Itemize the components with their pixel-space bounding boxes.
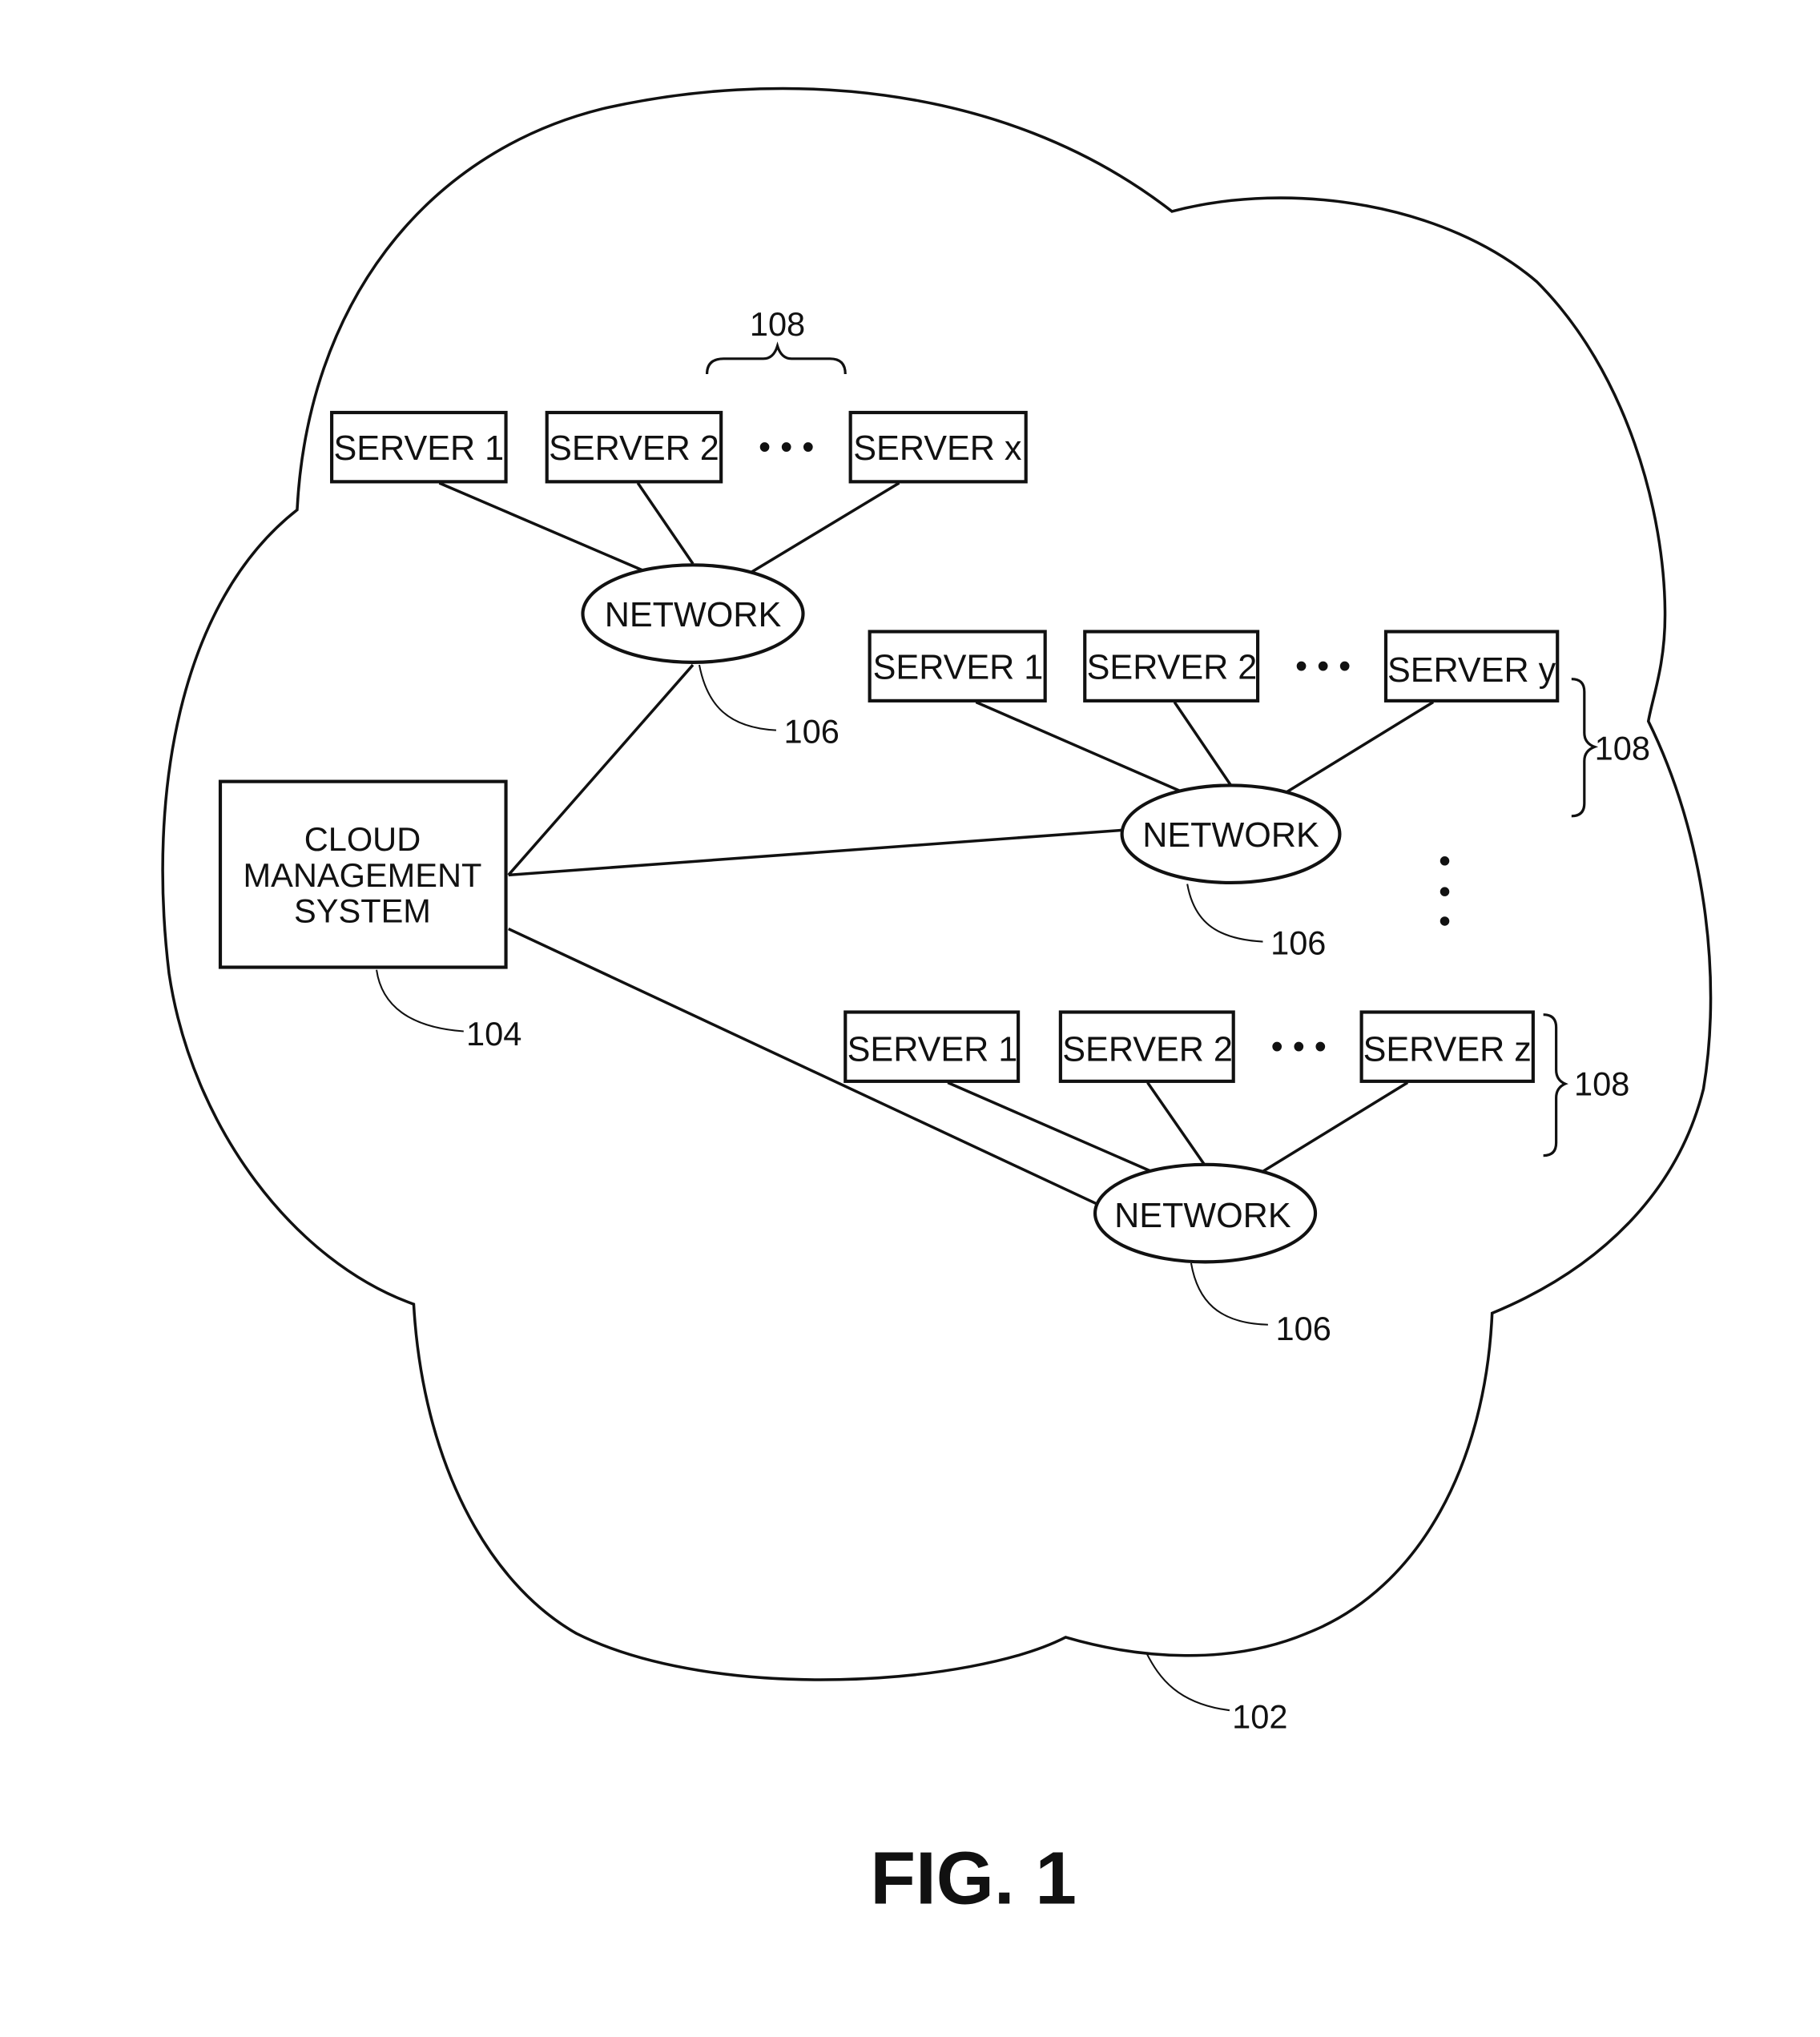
- link-server-network: [438, 481, 649, 574]
- group-brace: [1543, 1013, 1568, 1157]
- ref-106-leader: [1190, 1262, 1268, 1326]
- link-server-network: [750, 481, 900, 574]
- server-label: SERVER 1: [334, 429, 505, 468]
- server-label: SERVER 2: [549, 429, 719, 468]
- ref-104-leader: [376, 969, 464, 1033]
- network-label: NETWORK: [605, 596, 782, 634]
- link-cms-network-1: [507, 663, 695, 876]
- link-cms-network-2: [508, 828, 1122, 877]
- vertical-ellipsis-dot: [1439, 887, 1450, 896]
- group-brace: [1571, 678, 1599, 818]
- cms-label-line-3: SYSTEM: [294, 892, 431, 930]
- ref-102-label: 102: [1232, 1698, 1287, 1736]
- ref-106-leader: [698, 664, 776, 731]
- patent-figure: 102 CLOUD MANAGEMENT SYSTEM 104 SERVER 1…: [161, 87, 1713, 1920]
- cms-label-line-2: MANAGEMENT: [244, 856, 482, 894]
- ellipsis: • • •: [1271, 1028, 1327, 1066]
- ellipsis: • • •: [759, 429, 814, 467]
- ref-102-leader: [1146, 1652, 1230, 1712]
- vertical-ellipsis-dot: [1439, 856, 1450, 866]
- ellipsis: • • •: [1295, 647, 1351, 686]
- link-server-network: [947, 1081, 1160, 1177]
- ref-108-label: 108: [1574, 1065, 1629, 1102]
- server-label: SERVER y: [1387, 651, 1556, 690]
- server-label: SERVER 2: [1062, 1030, 1233, 1069]
- ref-104-label: 104: [466, 1015, 521, 1053]
- link-server-network: [1260, 1081, 1409, 1173]
- ref-106-leader: [1186, 884, 1263, 943]
- vertical-ellipsis-dot: [1439, 916, 1450, 926]
- server-label: SERVER x: [853, 429, 1022, 468]
- server-label: SERVER 2: [1087, 649, 1258, 687]
- group-brace: [705, 341, 847, 375]
- server-cluster-2: SERVER 1 SERVER 2 • • • SERVER y NETWORK…: [868, 630, 1650, 962]
- link-server-network: [636, 481, 695, 565]
- ref-108-label: 108: [750, 305, 805, 343]
- server-label: SERVER 1: [848, 1030, 1018, 1069]
- ref-106-label: 106: [1270, 924, 1326, 962]
- ref-106-label: 106: [1275, 1310, 1331, 1347]
- network-label: NETWORK: [1142, 816, 1319, 855]
- ref-108-label: 108: [1595, 729, 1650, 767]
- link-server-network: [1146, 1081, 1206, 1167]
- ref-106-label: 106: [784, 713, 840, 751]
- server-label: SERVER 1: [873, 649, 1044, 687]
- cms-label-line-1: CLOUD: [304, 820, 421, 858]
- network-label: NETWORK: [1114, 1197, 1291, 1235]
- link-server-network: [1286, 700, 1435, 793]
- server-label: SERVER z: [1363, 1030, 1532, 1069]
- figure-caption: FIG. 1: [870, 1837, 1077, 1920]
- link-server-network: [975, 700, 1186, 795]
- link-server-network: [1173, 701, 1232, 787]
- server-cluster-3: SERVER 1 SERVER 2 • • • SERVER z NETWORK…: [844, 1010, 1629, 1347]
